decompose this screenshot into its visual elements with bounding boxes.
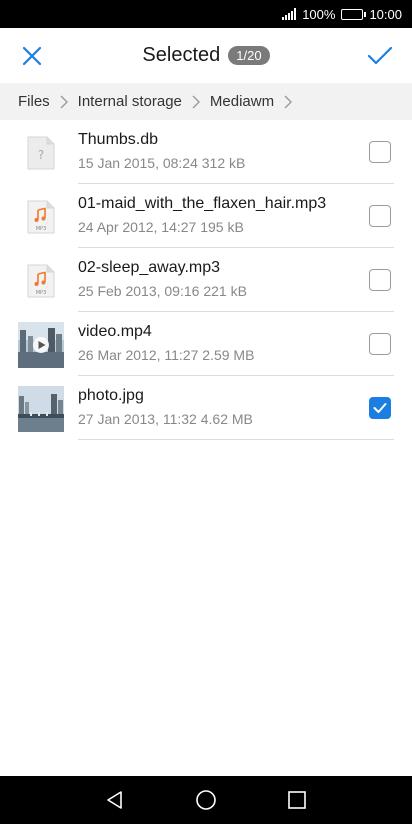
select-checkbox[interactable]: [369, 397, 391, 419]
music-file-icon: MP3: [18, 194, 64, 240]
chevron-right-icon: [192, 95, 200, 109]
list-item[interactable]: MP3 01-maid_with_the_flaxen_hair.mp3 24 …: [0, 184, 412, 248]
navigation-bar: [0, 776, 412, 824]
file-meta: 25 Feb 2013, 09:16 221 kB: [78, 283, 247, 299]
select-checkbox[interactable]: [369, 141, 391, 163]
clock: 10:00: [369, 6, 402, 22]
chevron-right-icon: [60, 95, 68, 109]
breadcrumb-files[interactable]: Files: [18, 93, 50, 110]
back-icon: [107, 791, 123, 809]
select-checkbox[interactable]: [369, 205, 391, 227]
divider: [78, 439, 394, 440]
unknown-file-icon: ?: [18, 130, 64, 176]
svg-text:?: ?: [38, 148, 44, 162]
page-title: Selected: [142, 44, 221, 66]
file-meta: 27 Jan 2013, 11:32 4.62 MB: [78, 411, 253, 427]
file-name: photo.jpg: [78, 387, 144, 404]
file-name: Thumbs.db: [78, 131, 159, 148]
recents-button[interactable]: [277, 780, 317, 820]
title-area: Selected 1/20: [0, 28, 412, 83]
photo-thumbnail: [18, 386, 64, 432]
battery-icon: [341, 8, 367, 20]
close-icon: [22, 46, 42, 66]
file-meta: 26 Mar 2012, 11:27 2.59 MB: [78, 347, 255, 363]
video-thumbnail: [18, 322, 64, 368]
battery-percent: 100%: [302, 6, 336, 22]
recents-icon: [287, 791, 306, 809]
close-button[interactable]: [14, 40, 50, 72]
file-meta: 15 Jan 2015, 08:24 312 kB: [78, 155, 246, 171]
list-item[interactable]: ? Thumbs.db 15 Jan 2015, 08:24 312 kB: [0, 120, 412, 184]
confirm-button[interactable]: [362, 40, 398, 72]
list-item[interactable]: MP3 02-sleep_away.mp3 25 Feb 2013, 09:16…: [0, 248, 412, 312]
selection-count-badge: 1/20: [228, 46, 270, 65]
file-list: ? Thumbs.db 15 Jan 2015, 08:24 312 kB MP…: [0, 120, 412, 440]
back-button[interactable]: [95, 780, 135, 820]
status-bar: 100% 10:00: [0, 0, 412, 28]
action-bar: Selected 1/20: [0, 28, 412, 83]
signal-icon: [282, 8, 297, 20]
file-name: 02-sleep_away.mp3: [78, 259, 221, 276]
breadcrumb-mediawm[interactable]: Mediawm: [210, 93, 274, 110]
breadcrumb-internal-storage[interactable]: Internal storage: [78, 93, 182, 110]
select-checkbox[interactable]: [369, 333, 391, 355]
music-file-icon: MP3: [18, 258, 64, 304]
list-item[interactable]: video.mp4 26 Mar 2012, 11:27 2.59 MB: [0, 312, 412, 376]
home-icon: [196, 790, 216, 810]
svg-text:MP3: MP3: [36, 290, 47, 296]
check-icon: [373, 403, 387, 413]
list-item[interactable]: photo.jpg 27 Jan 2013, 11:32 4.62 MB: [0, 376, 412, 440]
chevron-right-icon: [284, 95, 293, 109]
file-meta: 24 Apr 2012, 14:27 195 kB: [78, 219, 244, 235]
file-name: video.mp4: [78, 323, 152, 340]
select-checkbox[interactable]: [369, 269, 391, 291]
file-name: 01-maid_with_the_flaxen_hair.mp3: [78, 195, 327, 212]
home-button[interactable]: [186, 780, 226, 820]
breadcrumb: Files Internal storage Mediawm: [0, 83, 412, 120]
checkmark-icon: [367, 46, 393, 65]
svg-text:MP3: MP3: [36, 226, 47, 232]
